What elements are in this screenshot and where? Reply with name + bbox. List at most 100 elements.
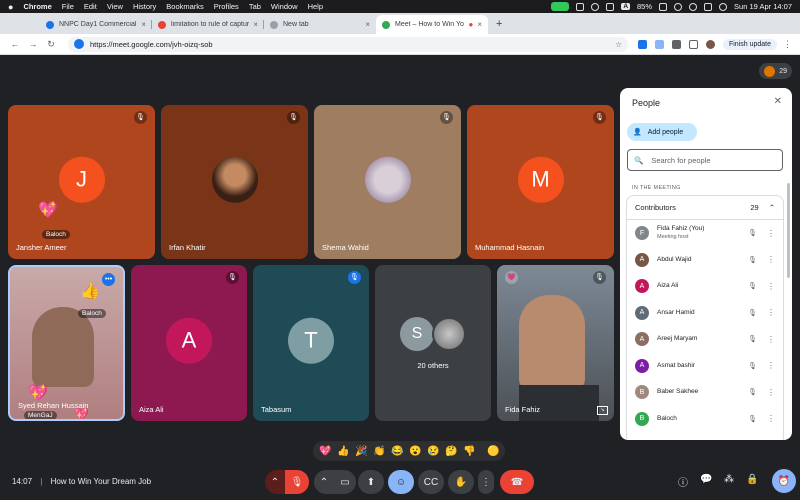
menu-help[interactable]: Help — [308, 2, 323, 11]
mic-muted-icon[interactable]: 🎙 — [748, 256, 757, 264]
status-icon[interactable] — [576, 2, 585, 11]
chrome-menu-icon[interactable]: ⋮ — [783, 39, 792, 50]
browser-tab[interactable]: NNPC Day1 Commercial Cont... × — [40, 15, 152, 34]
participant-row[interactable]: F Fida Fahiz (You) Meeting host 🎙 ⋮ — [627, 220, 783, 247]
scrollbar[interactable] — [787, 183, 790, 278]
add-people-button[interactable]: 👤 Add people — [627, 123, 697, 141]
wifi-icon[interactable] — [674, 2, 683, 11]
mic-muted-icon[interactable]: 🎙 — [748, 282, 757, 290]
others-tile[interactable]: S 20 others — [375, 265, 491, 421]
participant-row[interactable]: A Abdul Wajid 🎙 ⋮ — [627, 247, 783, 274]
cry-reaction-button[interactable]: 😢 — [427, 446, 439, 457]
participant-row[interactable]: A Asmat bashir 🎙 ⋮ — [627, 353, 783, 380]
contributors-header[interactable]: Contributors 29 ⌃ — [627, 196, 783, 220]
menu-view[interactable]: View — [107, 2, 123, 11]
chevron-up-icon[interactable]: ⌃ — [769, 203, 775, 212]
close-tab-icon[interactable]: × — [477, 20, 482, 29]
heart-reaction-button[interactable]: 💖 — [319, 446, 331, 457]
host-controls-icon[interactable]: 🔒 — [746, 474, 758, 485]
more-options-button[interactable]: ⋮ — [478, 470, 494, 494]
reload-icon[interactable]: ↻ — [44, 39, 58, 50]
browser-tab[interactable]: limitation to rule of capture o... × — [152, 15, 264, 34]
participant-row[interactable]: A Aiza Ali 🎙 ⋮ — [627, 273, 783, 300]
participant-tile[interactable]: 🎙 T Tabasum — [253, 265, 369, 421]
finish-update-button[interactable]: Finish update — [722, 38, 777, 50]
back-icon[interactable]: ← — [8, 39, 22, 49]
siri-icon[interactable] — [719, 2, 728, 11]
menu-history[interactable]: History — [133, 2, 156, 11]
mic-muted-icon[interactable]: 🎙 — [748, 335, 757, 343]
mic-muted-icon[interactable]: 🎙 — [748, 415, 757, 423]
mic-options-button[interactable]: ⌃ — [265, 470, 285, 494]
search-icon[interactable] — [689, 2, 698, 11]
chat-icon[interactable]: 💬 — [700, 474, 712, 485]
extension-icon[interactable] — [671, 39, 681, 49]
browser-tab[interactable]: New tab × — [264, 15, 376, 34]
profile-avatar[interactable] — [705, 39, 715, 49]
keyboard-input-icon[interactable]: A — [621, 3, 631, 10]
menubar-clock[interactable]: Sun 19 Apr 14:07 — [734, 2, 792, 11]
extension-icon[interactable] — [637, 39, 647, 49]
alarm-notification-button[interactable]: ⏰ — [772, 469, 796, 493]
participant-row[interactable]: A Ansar Hamid 🎙 ⋮ — [627, 300, 783, 327]
participant-row[interactable]: A Areej Maryam 🎙 ⋮ — [627, 326, 783, 353]
camera-options-button[interactable]: ⌃ — [314, 470, 334, 494]
reactions-button[interactable]: ☺ — [388, 470, 414, 494]
menu-file[interactable]: File — [62, 2, 74, 11]
present-screen-button[interactable]: ⬆ — [358, 470, 384, 494]
self-view-tile[interactable]: 💗 🎙 Fida Fahiz ↘ — [497, 265, 614, 421]
participant-tile-speaking[interactable]: ••• 👍 Baloch 💖 💖 Syed Rehan Hussain MenG… — [8, 265, 125, 421]
battery-percent[interactable]: 85% — [637, 2, 652, 11]
site-info-icon[interactable] — [74, 39, 84, 49]
mic-muted-icon[interactable]: 🎙 — [748, 388, 757, 396]
mic-muted-icon[interactable]: 🎙 — [748, 229, 757, 237]
more-options-icon[interactable]: ⋮ — [767, 308, 775, 317]
surprised-reaction-button[interactable]: 😮 — [409, 446, 421, 457]
url-text[interactable]: https://meet.google.com/jvh-oizq-sob — [90, 40, 213, 49]
mic-muted-icon[interactable]: 🎙 — [748, 362, 757, 370]
participant-tile[interactable]: 🎙 Shema Wahid — [314, 105, 461, 259]
participant-tile[interactable]: 🎙 J 💖 Baloch Jansher Ameer — [8, 105, 155, 259]
new-tab-button[interactable]: + — [496, 15, 502, 34]
skin-tone-button[interactable]: 🟡 — [487, 446, 499, 457]
camera-toggle-button[interactable]: ▭ — [334, 470, 356, 494]
activities-icon[interactable]: ⁂ — [724, 474, 734, 485]
laugh-reaction-button[interactable]: 😂 — [391, 446, 403, 457]
close-tab-icon[interactable]: × — [141, 20, 146, 29]
close-tab-icon[interactable]: × — [253, 20, 258, 29]
participants-indicator[interactable]: 29 — [759, 63, 792, 79]
menu-edit[interactable]: Edit — [84, 2, 97, 11]
bookmark-star-icon[interactable]: ☆ — [615, 40, 622, 49]
search-people-input[interactable]: 🔍 Search for people — [627, 149, 783, 171]
apple-icon[interactable]: ● — [8, 2, 13, 12]
menu-tab[interactable]: Tab — [249, 2, 261, 11]
close-icon[interactable]: ✕ — [774, 96, 782, 107]
thumbs-down-reaction-button[interactable]: 👎 — [463, 446, 475, 457]
more-options-icon[interactable]: ⋮ — [767, 282, 775, 291]
participant-tile[interactable]: 🎙 Irfan Khatir — [161, 105, 308, 259]
more-options-icon[interactable]: ⋮ — [767, 361, 775, 370]
menu-window[interactable]: Window — [271, 2, 298, 11]
more-options-icon[interactable]: ⋮ — [767, 388, 775, 397]
party-reaction-button[interactable]: 🎉 — [355, 446, 367, 457]
status-icon[interactable] — [606, 2, 615, 11]
raise-hand-button[interactable]: ✋ — [448, 470, 474, 494]
captions-button[interactable]: CC — [418, 470, 444, 494]
thumbs-up-reaction-button[interactable]: 👍 — [337, 446, 349, 457]
control-center-icon[interactable] — [704, 2, 713, 11]
clap-reaction-button[interactable]: 👏 — [373, 446, 385, 457]
menu-bookmarks[interactable]: Bookmarks — [166, 2, 204, 11]
info-icon[interactable]: ⓘ — [678, 474, 688, 489]
browser-tab-active[interactable]: Meet – How to Win Your D... ● × — [376, 15, 488, 34]
more-options-icon[interactable]: ⋮ — [767, 414, 775, 423]
more-options-icon[interactable]: ⋮ — [767, 255, 775, 264]
participant-tile[interactable]: 🎙 A Aiza Ali — [131, 265, 247, 421]
participant-tile[interactable]: 🎙 M Muhammad Hasnain — [467, 105, 614, 259]
thinking-reaction-button[interactable]: 🤔 — [445, 446, 457, 457]
leave-call-button[interactable]: ☎ — [500, 470, 534, 494]
microphone-toggle-button[interactable]: 🎙 — [285, 470, 309, 494]
more-options-icon[interactable]: ⋮ — [767, 229, 775, 238]
close-tab-icon[interactable]: × — [365, 20, 370, 29]
menu-profiles[interactable]: Profiles — [214, 2, 239, 11]
status-icon[interactable] — [591, 2, 600, 11]
